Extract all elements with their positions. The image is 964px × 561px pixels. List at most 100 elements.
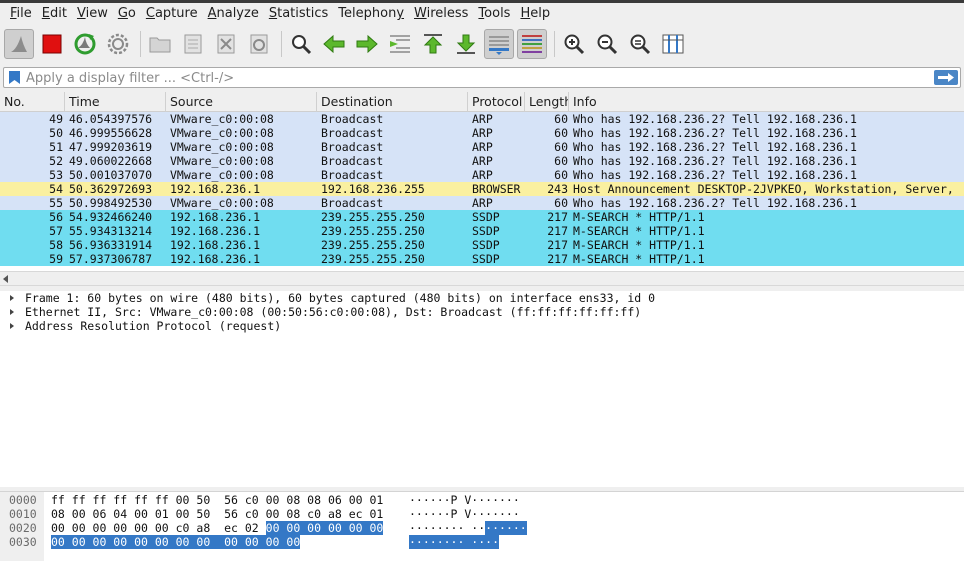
colorize-button[interactable] — [517, 29, 547, 59]
go-back-button[interactable] — [319, 29, 349, 59]
detail-tree-item[interactable]: Ethernet II, Src: VMware_c0:00:08 (00:50… — [0, 305, 964, 319]
zoom-out-button[interactable] — [592, 29, 622, 59]
detail-tree-item[interactable]: Address Resolution Protocol (request) — [0, 319, 964, 333]
main-toolbar — [0, 25, 964, 63]
menu-statistics[interactable]: Statistics — [264, 4, 333, 24]
menu-capture[interactable]: Capture — [141, 4, 203, 24]
cell-destination: Broadcast — [321, 168, 384, 182]
cell-no: 50 — [49, 126, 63, 140]
ascii-bytes[interactable]: ········ ···· — [409, 535, 500, 549]
cell-info: M-SEARCH * HTTP/1.1 — [573, 252, 705, 266]
display-filter-input[interactable] — [26, 69, 926, 87]
table-row[interactable]: 49 46.054397576 VMware_c0:00:08 Broadcast AR… — [0, 112, 964, 126]
table-row[interactable]: 54 50.362972693 192.168.236.1 192.168.236.2… — [0, 182, 964, 196]
hex-bytes[interactable]: 08 00 06 04 00 01 00 50 56 c0 00 08 c0 a… — [51, 507, 383, 521]
cell-source: VMware_c0:00:08 — [170, 154, 274, 168]
column-header-destination[interactable]: Destination — [317, 92, 468, 112]
cell-destination: 239.255.255.250 — [321, 224, 425, 238]
restart-icon — [74, 33, 96, 55]
restart-capture-button[interactable] — [70, 29, 100, 59]
hex-selected: 00 00 00 00 00 00 00 00 00 00 00 00 — [51, 535, 301, 549]
reload-file-button[interactable] — [244, 29, 274, 59]
cell-info: M-SEARCH * HTTP/1.1 — [573, 210, 705, 224]
table-row[interactable]: 52 49.060022668 VMware_c0:00:08 Broadcast AR… — [0, 154, 964, 168]
cell-source: VMware_c0:00:08 — [170, 168, 274, 182]
menu-help[interactable]: Help — [515, 4, 555, 24]
save-file-button[interactable] — [178, 29, 208, 59]
open-file-button[interactable] — [145, 29, 175, 59]
menu-wireless[interactable]: Wireless — [409, 4, 473, 24]
hex-bytes[interactable]: 00 00 00 00 00 00 00 00 00 00 00 00 — [51, 535, 301, 549]
auto-scroll-button[interactable] — [484, 29, 514, 59]
menu-go[interactable]: Go — [113, 4, 141, 24]
hex-bytes[interactable]: ff ff ff ff ff ff 00 50 56 c0 00 08 08 0… — [51, 493, 383, 507]
cell-destination: Broadcast — [321, 154, 384, 168]
capture-options-button[interactable] — [103, 29, 133, 59]
expand-arrow-icon[interactable] — [10, 295, 14, 301]
go-to-packet-button[interactable] — [385, 29, 415, 59]
menu-label: iew — [85, 6, 108, 21]
toolbar-separator — [281, 31, 282, 57]
menu-label: ile — [16, 6, 32, 21]
cell-time: 54.932466240 — [69, 210, 153, 224]
cell-length: 60 — [554, 154, 568, 168]
table-row[interactable]: 59 57.937306787 192.168.236.1 239.255.255.2… — [0, 252, 964, 266]
find-packet-button[interactable] — [286, 29, 316, 59]
column-header-source[interactable]: Source — [166, 92, 317, 112]
table-row[interactable]: 57 55.934313214 192.168.236.1 239.255.255.2… — [0, 224, 964, 238]
table-row[interactable]: 53 50.001037070 VMware_c0:00:08 Broadcast AR… — [0, 168, 964, 182]
byte-offset: 0000 — [9, 493, 37, 507]
table-row[interactable]: 55 50.998492530 VMware_c0:00:08 Broadcast AR… — [0, 196, 964, 210]
bookmark-icon[interactable] — [9, 71, 20, 84]
column-header-no[interactable]: No. — [0, 92, 65, 112]
first-packet-button[interactable] — [418, 29, 448, 59]
resize-columns-button[interactable] — [658, 29, 688, 59]
table-row[interactable]: 58 56.936331914 192.168.236.1 239.255.255.2… — [0, 238, 964, 252]
packet-list-horizontal-scrollbar[interactable] — [0, 271, 964, 286]
cell-protocol: SSDP — [472, 224, 500, 238]
last-packet-button[interactable] — [451, 29, 481, 59]
table-row[interactable]: 51 47.999203619 VMware_c0:00:08 Broadcast AR… — [0, 140, 964, 154]
hex-text: ff ff ff ff ff ff 00 50 56 c0 00 08 08 0… — [51, 493, 384, 507]
apply-filter-button[interactable] — [934, 70, 958, 85]
column-header-info[interactable]: Info — [569, 92, 964, 112]
menu-analyze[interactable]: Analyze — [203, 4, 264, 24]
zoom-normal-button[interactable] — [625, 29, 655, 59]
packet-rows: 49 46.054397576 VMware_c0:00:08 Broadcast AR… — [0, 112, 964, 266]
start-capture-button[interactable] — [4, 29, 34, 59]
ascii-bytes[interactable]: ······P V······· — [409, 507, 520, 521]
hex-bytes[interactable]: 00 00 00 00 00 00 c0 a8 ec 02 00 00 00 0… — [51, 521, 384, 535]
expand-arrow-icon[interactable] — [10, 309, 14, 315]
menu-telephony[interactable]: Telephony — [333, 4, 409, 24]
cell-info: M-SEARCH * HTTP/1.1 — [573, 238, 705, 252]
menu-tools[interactable]: Tools — [473, 4, 515, 24]
column-header-length[interactable]: Length — [525, 92, 569, 112]
zoom-in-button[interactable] — [559, 29, 589, 59]
arrow-up-icon — [423, 34, 443, 54]
menu-mnemonic: E — [41, 6, 50, 21]
column-header-protocol[interactable]: Protocol — [468, 92, 525, 112]
scroll-left-icon[interactable] — [3, 275, 8, 283]
table-row[interactable]: 56 54.932466240 192.168.236.1 239.255.255.2… — [0, 210, 964, 224]
cell-length: 60 — [554, 168, 568, 182]
stop-capture-button[interactable] — [37, 29, 67, 59]
table-row[interactable]: 50 46.999556628 VMware_c0:00:08 Broadcast AR… — [0, 126, 964, 140]
cell-protocol: ARP — [472, 154, 493, 168]
menu-mnemonic: H — [520, 6, 531, 21]
close-file-button[interactable] — [211, 29, 241, 59]
detail-tree-item[interactable]: Frame 1: 60 bytes on wire (480 bits), 60… — [0, 291, 964, 305]
go-forward-button[interactable] — [352, 29, 382, 59]
column-header-time[interactable]: Time — [65, 92, 166, 112]
menu-label: o — [127, 6, 136, 21]
menu-label: dit — [50, 6, 67, 21]
ascii-bytes[interactable]: ······P V······· — [409, 493, 520, 507]
menu-mnemonic: C — [145, 6, 155, 21]
menu-file[interactable]: File — [5, 4, 37, 24]
ascii-bytes[interactable]: ········ ········ — [409, 521, 527, 535]
menu-label: ools — [484, 6, 511, 21]
expand-arrow-icon[interactable] — [10, 323, 14, 329]
arrow-down-icon — [456, 34, 476, 54]
menu-edit[interactable]: Edit — [37, 4, 72, 24]
shark-fin-icon — [11, 36, 27, 52]
menu-view[interactable]: View — [72, 4, 113, 24]
